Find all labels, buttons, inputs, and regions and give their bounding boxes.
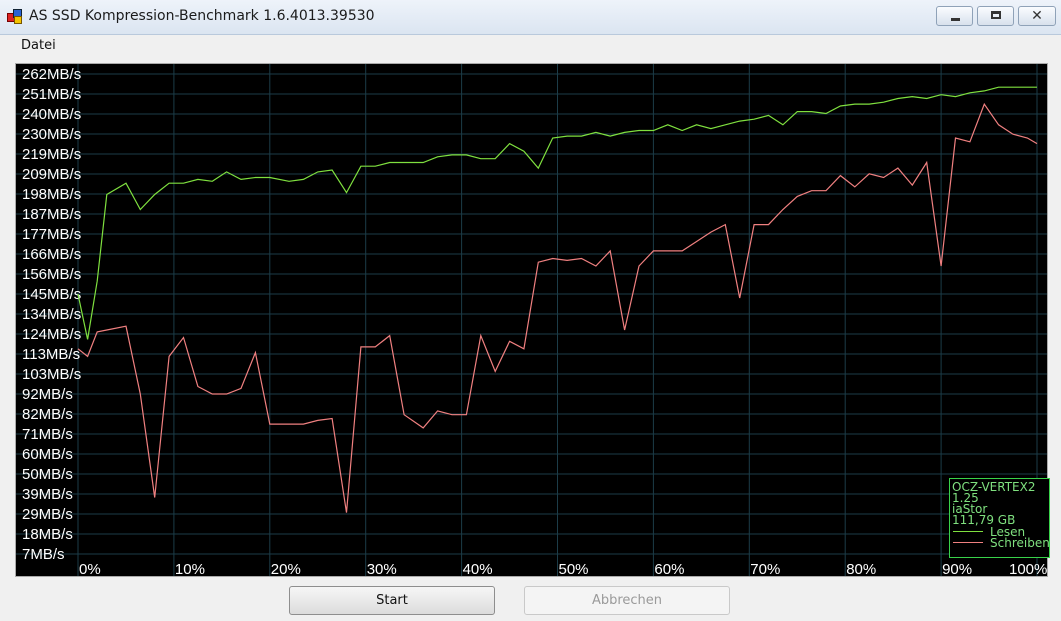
legend-read-swatch	[953, 531, 983, 532]
y-tick-label: 39MB/s	[22, 486, 73, 503]
x-tick-label: 10%	[175, 561, 205, 576]
y-tick-label: 240MB/s	[22, 106, 81, 123]
legend-write-swatch	[953, 542, 983, 543]
y-tick-label: 187MB/s	[22, 206, 81, 223]
chart-svg: 262MB/s 251MB/s 240MB/s 230MB/s 219MB/s 209MB…	[16, 64, 1047, 576]
title-bar: AS SSD Kompression-Benchmark 1.6.4013.39…	[0, 0, 1061, 35]
y-tick-label: 209MB/s	[22, 166, 81, 183]
app-icon	[7, 9, 22, 24]
y-tick-label: 177MB/s	[22, 226, 81, 243]
window-title: AS SSD Kompression-Benchmark 1.6.4013.39…	[29, 8, 375, 24]
y-tick-label: 71MB/s	[22, 426, 73, 443]
minimize-icon	[951, 18, 960, 21]
compression-chart: 262MB/s 251MB/s 240MB/s 230MB/s 219MB/s 209MB…	[15, 63, 1050, 577]
y-tick-label: 18MB/s	[22, 526, 73, 543]
y-tick-label: 60MB/s	[22, 446, 73, 463]
y-tick-label: 82MB/s	[22, 406, 73, 423]
abort-button[interactable]: Abbrechen	[524, 586, 730, 615]
menu-datei[interactable]: Datei	[21, 38, 56, 53]
maximize-icon	[991, 11, 1001, 19]
close-button[interactable]: ✕	[1018, 6, 1056, 26]
x-tick-label: 80%	[846, 561, 876, 576]
y-tick-label: 262MB/s	[22, 66, 81, 83]
minimize-button[interactable]	[936, 6, 973, 26]
y-tick-label: 124MB/s	[22, 326, 81, 343]
legend-write-label: Schreiben	[990, 536, 1050, 550]
y-tick-label: 156MB/s	[22, 266, 81, 283]
start-button[interactable]: Start	[289, 586, 495, 615]
y-tick-label: 103MB/s	[22, 366, 81, 383]
x-tick-label: 60%	[654, 561, 684, 576]
close-icon: ✕	[1031, 8, 1043, 24]
y-tick-label: 198MB/s	[22, 186, 81, 203]
x-tick-label: 30%	[367, 561, 397, 576]
y-tick-label: 29MB/s	[22, 506, 73, 523]
y-tick-label: 50MB/s	[22, 466, 73, 483]
x-tick-label: 100%	[1009, 561, 1047, 576]
y-tick-label: 134MB/s	[22, 306, 81, 323]
chart-legend: OCZ-VERTEX2 1.25 iaStor 111,79 GB Lesen …	[949, 478, 1050, 558]
x-tick-label: 90%	[942, 561, 972, 576]
x-tick-label: 70%	[750, 561, 780, 576]
x-tick-label: 40%	[463, 561, 493, 576]
y-tick-label: 7MB/s	[22, 546, 65, 563]
menu-bar: Datei	[0, 35, 1061, 57]
y-tick-label: 251MB/s	[22, 86, 81, 103]
y-tick-label: 113MB/s	[22, 346, 80, 363]
x-tick-label: 50%	[559, 561, 589, 576]
x-tick-label: 0%	[79, 561, 101, 576]
maximize-button[interactable]	[977, 6, 1014, 26]
y-tick-label: 92MB/s	[22, 386, 73, 403]
x-tick-label: 20%	[271, 561, 301, 576]
y-tick-label: 145MB/s	[22, 286, 81, 303]
y-tick-label: 166MB/s	[22, 246, 81, 263]
y-tick-label: 219MB/s	[22, 146, 81, 163]
y-tick-label: 230MB/s	[22, 126, 81, 143]
